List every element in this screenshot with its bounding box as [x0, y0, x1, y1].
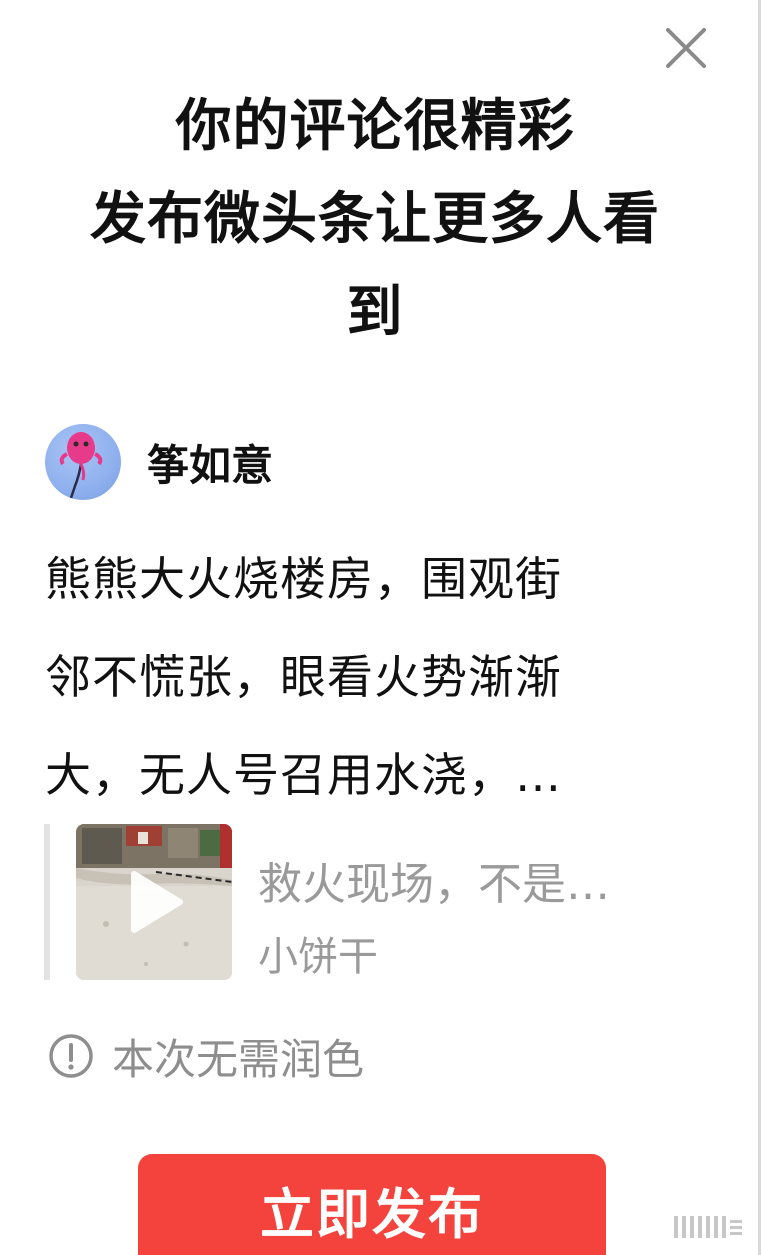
kite-avatar-icon — [59, 432, 103, 499]
system-indicator-icon — [674, 1216, 742, 1238]
comment-line: 大，无人号召用水浇，… — [45, 748, 562, 802]
notice-text: 本次无需润色 — [112, 1034, 365, 1084]
headline-line: 到 — [346, 280, 404, 345]
polish-notice: 本次无需润色 — [48, 1030, 364, 1084]
author-row: 筝如意 — [45, 424, 273, 500]
share-dialog: 你的评论很精彩 发布微头条让更多人看 到 筝如意 熊熊大火烧楼房，围观街 邻不慌… — [0, 0, 761, 1255]
headline-line: 你的评论很精彩 — [175, 94, 575, 159]
close-icon — [666, 28, 706, 68]
quoted-post-title: 救火现场，不是… — [258, 859, 610, 910]
avatar — [45, 424, 121, 500]
dialog-headline: 你的评论很精彩 发布微头条让更多人看 到 — [30, 80, 720, 359]
comment-line: 邻不慌张，眼看火势渐渐 — [45, 650, 562, 704]
headline-line: 发布微头条让更多人看 — [90, 187, 660, 252]
quoted-post-author: 小饼干 — [258, 934, 378, 980]
publish-button[interactable]: 立即发布 — [138, 1154, 606, 1255]
video-thumbnail[interactable] — [76, 824, 232, 980]
quote-bar — [44, 824, 50, 980]
quoted-post-card[interactable]: 救火现场，不是… 小饼干 — [44, 824, 724, 980]
comment-text: 熊熊大火烧楼房，围观街 邻不慌张，眼看火势渐渐 大，无人号召用水浇，… — [45, 530, 685, 824]
close-button[interactable] — [660, 22, 712, 74]
comment-line: 熊熊大火烧楼房，围观街 — [45, 552, 562, 606]
author-name: 筝如意 — [147, 440, 274, 490]
play-icon — [131, 871, 183, 933]
info-icon — [49, 1034, 93, 1078]
